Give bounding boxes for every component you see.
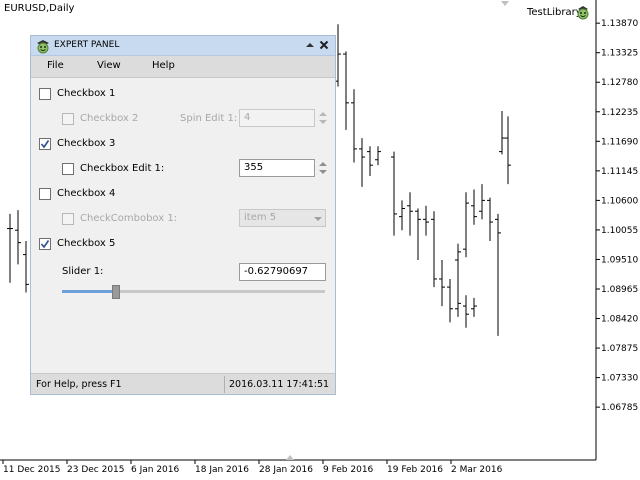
chart-scroll-marker-icon[interactable]	[286, 455, 294, 460]
ohlc-bar	[375, 146, 381, 166]
checkmark-icon	[40, 240, 50, 249]
slider-1-label: Slider 1:	[62, 266, 104, 277]
checkbox-1-label[interactable]: Checkbox 1	[57, 88, 115, 99]
price-label: 1.12780	[601, 78, 638, 88]
date-label: 11 Dec 2015	[3, 465, 61, 475]
checkbox-2[interactable]	[62, 113, 74, 125]
smiley-icon	[577, 6, 589, 20]
chevron-down-icon	[314, 217, 322, 221]
status-help-text: For Help, press F1	[36, 379, 122, 390]
ohlc-bar	[499, 110, 505, 155]
date-label: 6 Jan 2016	[131, 465, 179, 475]
date-label: 28 Jan 2016	[259, 465, 313, 475]
close-icon[interactable]	[318, 39, 330, 51]
ohlc-bar	[23, 241, 29, 293]
checkbox-5[interactable]	[39, 238, 51, 250]
checkbox-1[interactable]	[39, 88, 51, 100]
collapse-icon[interactable]	[304, 39, 316, 51]
slider-1-value-field[interactable]: -0.62790697	[239, 263, 326, 281]
price-label: 1.07330	[601, 374, 638, 384]
ohlc-bar	[479, 184, 485, 220]
ohlc-bar	[495, 213, 501, 336]
price-label: 1.08420	[601, 315, 638, 325]
date-label: 9 Feb 2016	[323, 465, 374, 475]
date-label: 2 Mar 2016	[451, 465, 503, 475]
chart-shift-marker-icon[interactable]	[501, 1, 509, 6]
menu-view[interactable]: View	[97, 60, 121, 71]
ohlc-bar	[15, 210, 21, 265]
ohlc-bar	[455, 243, 461, 298]
checkmark-icon	[40, 140, 50, 149]
ohlc-bar	[407, 192, 413, 236]
checkbox-3-label[interactable]: Checkbox 3	[57, 138, 115, 149]
menu-help[interactable]: Help	[152, 60, 175, 71]
checkbox-2-label[interactable]: Checkbox 2	[80, 113, 138, 124]
price-label: 1.06785	[601, 403, 638, 413]
time-axis-labels: 11 Dec 2015 23 Dec 2015 6 Jan 2016 18 Jan 2…	[2, 460, 503, 475]
status-datetime: 2016.03.11 17:41:51	[229, 379, 330, 390]
spin-edit-1-field[interactable]: 4	[239, 109, 315, 127]
price-label: 1.10600	[601, 196, 638, 206]
status-separator	[224, 376, 225, 393]
checkbox-3[interactable]	[39, 138, 51, 150]
price-label: 1.13325	[601, 49, 638, 59]
ohlc-bar	[359, 138, 365, 187]
slider-1-track[interactable]	[62, 290, 325, 293]
checkbox-edit-1-label[interactable]: Checkbox Edit 1:	[80, 163, 164, 174]
price-label: 1.10055	[601, 226, 638, 236]
ohlc-bar	[431, 211, 437, 288]
price-label: 1.11145	[601, 167, 638, 177]
checkbox-edit-1-field[interactable]: 355	[239, 159, 315, 177]
library-label: TestLibrary	[527, 7, 582, 18]
spin-edit-1-label: Spin Edit 1:	[180, 113, 238, 124]
ohlc-bar	[471, 297, 477, 317]
ohlc-bar	[391, 151, 397, 236]
ohlc-bar	[367, 146, 373, 176]
ohlc-bar	[463, 295, 469, 328]
ohlc-bar	[7, 213, 13, 283]
price-label: 1.09510	[601, 255, 638, 265]
slider-1-thumb[interactable]	[111, 285, 120, 299]
ohlc-bar	[415, 208, 421, 260]
price-label: 1.12235	[601, 108, 638, 118]
expert-icon	[37, 40, 49, 54]
panel-caption[interactable]: EXPERT PANEL	[31, 36, 335, 56]
menu-file[interactable]: File	[47, 60, 64, 71]
expert-panel[interactable]: EXPERT PANEL File View Help Checkbox 1 C…	[30, 35, 336, 395]
check-combobox-1[interactable]: item 5	[239, 209, 326, 227]
menu-bar: File View Help	[31, 56, 335, 78]
check-combobox-1-checkbox[interactable]	[62, 213, 74, 225]
ohlc-bar	[439, 260, 445, 307]
date-label: 23 Dec 2015	[67, 465, 125, 475]
checkbox-edit-1-arrows-icon[interactable]	[318, 159, 328, 177]
checkbox-4-label[interactable]: Checkbox 4	[57, 188, 115, 199]
ohlc-bar	[343, 51, 349, 130]
spin-edit-1-arrows-icon[interactable]	[318, 109, 328, 127]
ohlc-bar	[447, 278, 453, 323]
checkbox-edit-1[interactable]	[62, 163, 74, 175]
ohlc-bar	[351, 89, 357, 163]
price-label: 1.11690	[601, 137, 638, 147]
price-label: 1.13870	[601, 19, 638, 29]
price-axis-labels: 1.13870 1.13325 1.12780 1.12235 1.11690 1.111…	[596, 19, 638, 413]
ohlc-bar	[471, 189, 477, 225]
ohlc-bar	[463, 192, 469, 258]
slider-1-fill	[62, 290, 112, 293]
ohlc-bar	[399, 200, 405, 231]
status-bar: For Help, press F1 2016.03.11 17:41:51	[31, 373, 335, 394]
check-combobox-1-value: item 5	[244, 212, 277, 223]
price-label: 1.08965	[601, 285, 638, 295]
ohlc-bar	[455, 295, 461, 317]
panel-title: EXPERT PANEL	[54, 40, 120, 50]
symbol-label: EURUSD,Daily	[4, 3, 75, 14]
checkbox-4[interactable]	[39, 188, 51, 200]
checkbox-5-label[interactable]: Checkbox 5	[57, 238, 115, 249]
ohlc-bar	[505, 116, 511, 185]
ohlc-bar	[423, 205, 429, 236]
check-combobox-1-label[interactable]: CheckCombobox 1:	[80, 213, 177, 224]
ohlc-bar	[487, 197, 493, 242]
date-label: 18 Jan 2016	[195, 465, 249, 475]
date-label: 19 Feb 2016	[387, 465, 443, 475]
price-label: 1.07875	[601, 344, 638, 354]
